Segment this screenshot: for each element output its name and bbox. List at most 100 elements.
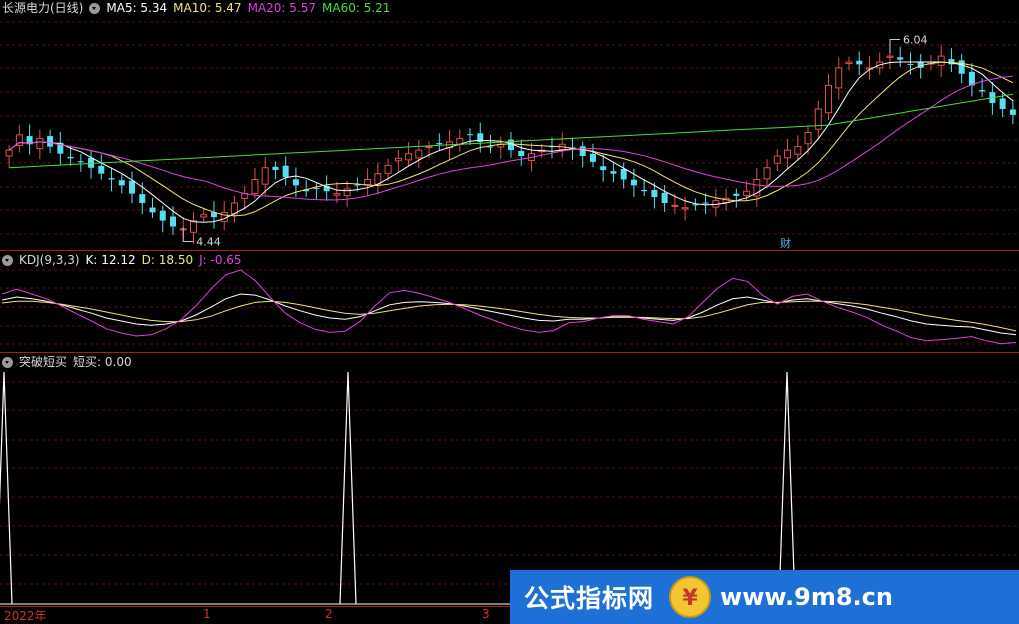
- candle-body: [784, 149, 792, 159]
- candle-body: [98, 165, 105, 174]
- candle-body: [333, 193, 341, 196]
- ma10-label: MA10: 5.47: [173, 1, 242, 15]
- candle-body: [108, 178, 115, 180]
- svg-text:¥: ¥: [682, 586, 698, 611]
- indicator-value-label: 短买: 0.00: [73, 355, 132, 369]
- high-marker-arrow: [889, 39, 900, 54]
- low-price-marker: 4.44: [196, 236, 221, 249]
- ma5-label: MA5: 5.34: [106, 1, 168, 15]
- candle-body: [77, 161, 84, 163]
- chart-canvas[interactable]: 6.04 4.44 财 长源电力(日线) MA5: 5.34 MA10: 5.47 …: [0, 0, 1019, 624]
- candle-body: [282, 165, 289, 178]
- candle-body: [415, 149, 423, 159]
- candle-body: [579, 146, 586, 156]
- candle-body: [1009, 109, 1016, 115]
- candle-body: [467, 134, 474, 136]
- candle-body: [907, 64, 914, 66]
- indicator-panel-header: 突破短买 短买: 0.00: [2, 354, 138, 370]
- candle-body: [436, 143, 443, 145]
- candle-body: [886, 55, 894, 58]
- candle-body: [733, 193, 740, 196]
- ma60-label: MA60: 5.21: [322, 1, 391, 15]
- indicator-chart[interactable]: [0, 352, 1019, 607]
- watermark-text: 公式指标网: [524, 584, 655, 613]
- candle-body: [610, 171, 617, 174]
- candle-body: [67, 156, 74, 159]
- candle-body: [897, 57, 904, 60]
- candle-body: [794, 146, 802, 155]
- j-value-label: J: -0.65: [199, 253, 242, 267]
- main-kdj-separator: [0, 250, 1019, 251]
- candle-body: [937, 55, 945, 66]
- high-price-marker: 6.04: [903, 34, 928, 47]
- candle-body: [702, 202, 709, 204]
- d-value-label: D: 18.50: [141, 253, 194, 267]
- candle-body: [88, 157, 95, 168]
- candle-body: [968, 71, 975, 86]
- date-label-month-1: 1: [203, 607, 211, 621]
- candle-body: [600, 166, 607, 171]
- spike-1: [0, 371, 13, 605]
- kdj-indicator-separator: [0, 352, 1019, 353]
- candle-body: [394, 157, 402, 162]
- candle-body: [129, 180, 136, 194]
- candle-body: [292, 179, 299, 186]
- candle-body: [661, 192, 668, 203]
- candle-body: [251, 179, 259, 194]
- candle-body: [641, 190, 648, 192]
- candle-body: [845, 61, 853, 65]
- candle-body: [835, 67, 843, 89]
- watermark-banner: 公式指标网 ¥ www.9m8.cn: [510, 570, 1019, 624]
- candle-body: [149, 207, 156, 213]
- candle-body: [47, 136, 54, 147]
- candle-body: [825, 85, 833, 114]
- k-line: [1, 293, 1017, 336]
- candle-body: [804, 132, 812, 145]
- dropdown-chevron-icon[interactable]: [2, 254, 13, 266]
- candle-body: [5, 149, 13, 157]
- candle-body: [743, 190, 751, 196]
- candle-body: [159, 210, 166, 221]
- k-value-label: K: 12.12: [85, 253, 136, 267]
- date-label-month-3: 3: [482, 607, 490, 621]
- candle-body: [170, 216, 176, 227]
- candle-body: [118, 180, 125, 186]
- candle-body: [364, 179, 372, 185]
- candle-body: [651, 189, 658, 198]
- candle-body: [272, 166, 279, 171]
- dropdown-chevron-icon[interactable]: [2, 356, 13, 368]
- candle-body: [763, 167, 771, 180]
- dropdown-chevron-icon[interactable]: [89, 2, 101, 14]
- candle-body: [620, 168, 627, 180]
- j-line: [1, 269, 1017, 345]
- date-label-month-2: 2: [325, 607, 333, 621]
- candle-body: [200, 214, 208, 218]
- candle-body: [999, 98, 1006, 109]
- candle-body: [671, 204, 679, 207]
- kdj-title[interactable]: KDJ(9,3,3): [19, 252, 80, 268]
- watermark-url: www.9m8.cn: [720, 583, 893, 611]
- kdj-panel-header: KDJ(9,3,3) K: 12.12 D: 18.50 J: -0.65: [2, 252, 248, 268]
- candle-body: [261, 167, 269, 185]
- candle-body: [681, 207, 689, 210]
- candle-body: [405, 153, 413, 161]
- candle-body: [36, 137, 44, 150]
- candle-body: [958, 60, 965, 74]
- stock-name[interactable]: 长源电力(日线): [2, 0, 83, 16]
- candle-body: [773, 155, 781, 164]
- main-price-chart[interactable]: 6.04 4.44 财: [0, 0, 1019, 250]
- date-label-year: 2022年: [4, 609, 47, 623]
- main-panel-header: 长源电力(日线) MA5: 5.34 MA10: 5.47 MA20: 5.57…: [2, 0, 396, 16]
- indicator-title[interactable]: 突破短买: [19, 354, 67, 370]
- candle-body: [692, 204, 699, 206]
- candle-body: [518, 150, 525, 156]
- candle-body: [856, 60, 863, 65]
- candle-body: [343, 188, 351, 197]
- coin-logo-icon: ¥: [669, 576, 712, 618]
- candle-body: [313, 188, 320, 190]
- ma20-label: MA20: 5.57: [247, 1, 316, 15]
- candle-body: [487, 146, 494, 148]
- finance-tag: 财: [780, 236, 791, 250]
- candle-body: [630, 179, 637, 186]
- candle-body: [425, 146, 433, 149]
